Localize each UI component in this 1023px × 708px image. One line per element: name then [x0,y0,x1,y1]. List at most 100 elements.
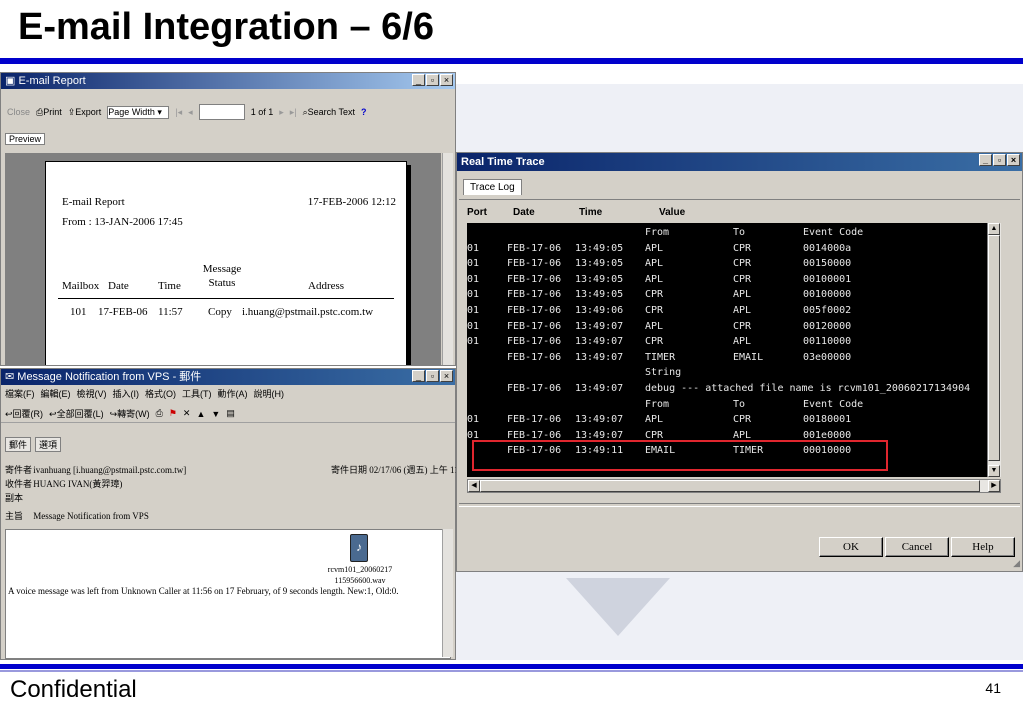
tab-message[interactable]: 郵件 [5,437,32,452]
cancel-button[interactable]: Cancel [885,537,949,557]
trace-cell-v2: CPR [733,273,752,285]
trace-cell-date: FEB-17-06 [507,289,562,301]
trace-log-console[interactable]: From To Event Code 01 FEB-17-06 13:49:05 APL CP… [467,223,987,477]
column-port: Port [467,207,487,218]
address-book-icon[interactable]: ▤ [226,408,235,419]
next-page-icon[interactable]: ▸ [279,107,284,118]
cc-label: 副本 [5,493,24,503]
row-mailbox: 101 [70,306,87,318]
last-page-icon[interactable]: ▸| [290,107,297,118]
sent-row: 寄件日期 02/17/06 (週五) 上午 11:57 [331,463,470,476]
row-time: 11:57 [158,306,183,318]
menu-help[interactable]: 說明(H) [254,387,285,401]
trace-cell-v3: Event Code [803,227,864,238]
trace-cell-v1: From [645,398,670,410]
reply-all-button[interactable]: ↩全部回覆(L) [49,407,104,420]
close-toolbar-button[interactable]: Close [7,107,30,117]
menu-view[interactable]: 檢視(V) [77,387,107,401]
report-header-rule [58,298,394,299]
trace-cell-date: FEB-17-06 [507,336,562,348]
trace-cell-v1: APL [645,414,664,426]
trace-cell-port: 01 [467,273,480,285]
down-icon[interactable]: ▼ [211,409,220,419]
attachment-name[interactable]: rcvm101_20060217 115956600.wav [324,564,396,586]
vertical-scroll-thumb[interactable] [988,235,1000,461]
scroll-right-icon[interactable]: ▶ [988,480,1000,492]
trace-cell-v1: String [645,367,682,379]
menu-actions[interactable]: 動作(A) [218,387,248,401]
trace-cell-v3: 00100000 [803,289,852,301]
horizontal-scroll-thumb[interactable] [480,480,980,492]
trace-cell-date: FEB-17-06 [507,320,562,332]
print-button[interactable]: ⎙Print [36,107,62,118]
menu-file[interactable]: 檔案(F) [5,387,35,401]
search-text-button[interactable]: ⌕Search Text [303,107,355,118]
tab-trace-log[interactable]: Trace Log [463,179,522,195]
trace-cell-date: FEB-17-06 [507,305,562,316]
reply-button[interactable]: ↩回覆(R) [5,407,43,420]
row-date: 17-FEB-06 [98,306,148,318]
trace-cell-time: 13:49:05 [575,273,624,285]
close-button[interactable]: × [440,370,453,382]
delete-icon[interactable]: ✕ [183,408,191,419]
close-button[interactable]: × [1007,154,1020,166]
preview-tab[interactable]: Preview [5,133,46,145]
header-date: Date [108,280,129,292]
console-vertical-scrollbar[interactable]: ▲ ▼ [987,223,1001,477]
email-report-title: E-mail Report [18,75,86,87]
trace-cell-v3: 03e00000 [803,351,852,363]
scroll-left-icon[interactable]: ◀ [468,480,480,492]
help-icon[interactable]: ? [361,107,367,117]
console-horizontal-scrollbar[interactable]: ◀ ▶ [467,479,1001,493]
restore-button[interactable]: ▫ [426,370,439,382]
wav-attachment-icon[interactable]: ♪ [350,534,368,562]
menu-insert[interactable]: 插入(I) [113,387,140,401]
trace-cell-date: FEB-17-06 [507,273,562,285]
export-button[interactable]: ⇪Export [68,107,102,118]
to-label: 收件者 [5,479,33,489]
minimize-button[interactable]: _ [412,370,425,382]
scroll-down-icon[interactable]: ▼ [988,465,1000,477]
trace-cell-port: 01 [467,305,480,316]
message-body[interactable]: ♪ rcvm101_20060217 115956600.wav A voice… [5,529,451,659]
trace-cell-port: 01 [467,320,480,332]
restore-button[interactable]: ▫ [426,74,439,86]
button-divider [459,503,1020,507]
trace-cell-v3: 00110000 [803,336,852,348]
zoom-select[interactable]: Page Width ▾ [107,105,170,119]
resize-grip-icon[interactable]: ◢ [1013,558,1020,569]
trace-cell-time: 13:49:07 [575,351,624,363]
trace-cell-v1: APL [645,320,664,332]
menu-tools[interactable]: 工具(T) [182,387,212,401]
trace-cell-time: 13:49:05 [575,258,624,270]
maximize-button[interactable]: ▫ [993,154,1006,166]
trace-cell-v3: 00150000 [803,258,852,270]
flag-icon[interactable]: ⚑ [169,408,177,419]
menu-edit[interactable]: 編輯(E) [41,387,71,401]
trace-cell-v1: APL [645,258,664,270]
prev-page-icon[interactable]: ◂ [188,107,193,118]
report-title: E-mail Report [62,196,125,208]
forward-button[interactable]: ↪轉寄(W) [110,407,150,420]
trace-cell-v2: APL [733,305,752,316]
close-button[interactable]: × [440,74,453,86]
print-icon[interactable]: ⎙ [156,408,163,419]
minimize-button[interactable]: _ [979,154,992,166]
trace-cell-v1: From [645,227,670,238]
scroll-up-icon[interactable]: ▲ [988,223,1000,235]
page-number-input[interactable] [198,104,245,120]
from-row: 寄件者 ivanhuang [i.huang@pstmail.pstc.com.… [5,463,186,476]
ok-button[interactable]: OK [819,537,883,557]
first-page-icon[interactable]: |◂ [175,107,182,118]
report-timestamp: 17-FEB-2006 12:12 [307,196,396,208]
help-button[interactable]: Help [951,537,1015,557]
minimize-button[interactable]: _ [412,74,425,86]
menu-format[interactable]: 格式(O) [145,387,176,401]
report-scrollbar[interactable] [442,153,453,365]
highlight-box [472,440,888,471]
message-scrollbar[interactable] [442,529,453,657]
trace-cell-v2: CPR [733,242,752,254]
tab-options[interactable]: 選項 [35,437,62,452]
trace-cell-port: 01 [467,242,480,254]
up-icon[interactable]: ▲ [196,409,205,419]
